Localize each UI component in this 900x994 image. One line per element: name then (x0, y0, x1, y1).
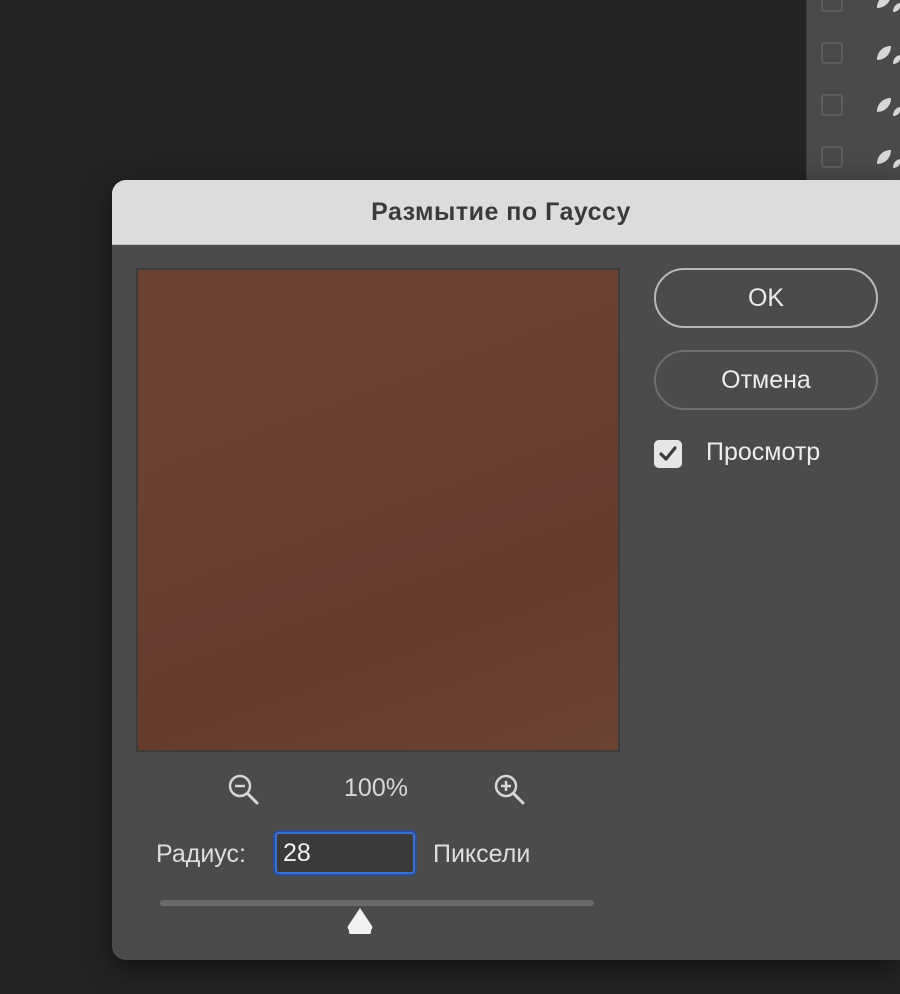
visibility-toggle[interactable] (821, 42, 843, 64)
radius-input[interactable] (275, 832, 415, 874)
preview-toggle[interactable]: Просмотр (654, 436, 884, 472)
blur-preview[interactable] (136, 268, 620, 752)
workspace: Размытие по Гауссу 100% Радиус: Пиксели (0, 0, 900, 994)
layer-row[interactable] (807, 0, 900, 26)
slider-thumb[interactable] (346, 906, 374, 936)
zoom-out-icon[interactable] (226, 772, 262, 808)
radius-unit: Пиксели (433, 840, 531, 868)
cancel-button[interactable]: Отмена (654, 350, 878, 410)
slider-track[interactable] (160, 900, 594, 906)
layer-row[interactable] (807, 78, 900, 130)
visibility-toggle[interactable] (821, 146, 843, 168)
layers-panel (806, 0, 900, 190)
layer-row[interactable] (807, 130, 900, 182)
zoom-level: 100% (344, 774, 408, 802)
radius-row: Радиус: Пиксели (156, 832, 656, 876)
zoom-controls: 100% (136, 764, 620, 814)
gaussian-blur-dialog: Размытие по Гауссу 100% Радиус: Пиксели (112, 180, 900, 960)
checkbox-checked-icon[interactable] (654, 440, 682, 468)
leaf-icon (877, 150, 900, 168)
leaf-icon (877, 0, 900, 12)
preview-label: Просмотр (706, 438, 821, 466)
ok-button[interactable]: OK (654, 268, 878, 328)
leaf-icon (877, 46, 900, 64)
layer-row[interactable] (807, 26, 900, 78)
radius-label: Радиус: (156, 840, 246, 868)
dialog-title: Размытие по Гауссу (371, 197, 631, 226)
radius-slider[interactable] (160, 900, 594, 940)
dialog-title-bar[interactable]: Размытие по Гауссу (112, 180, 900, 245)
visibility-toggle[interactable] (821, 94, 843, 116)
leaf-icon (877, 98, 900, 116)
zoom-in-icon[interactable] (492, 772, 528, 808)
visibility-toggle[interactable] (821, 0, 843, 12)
